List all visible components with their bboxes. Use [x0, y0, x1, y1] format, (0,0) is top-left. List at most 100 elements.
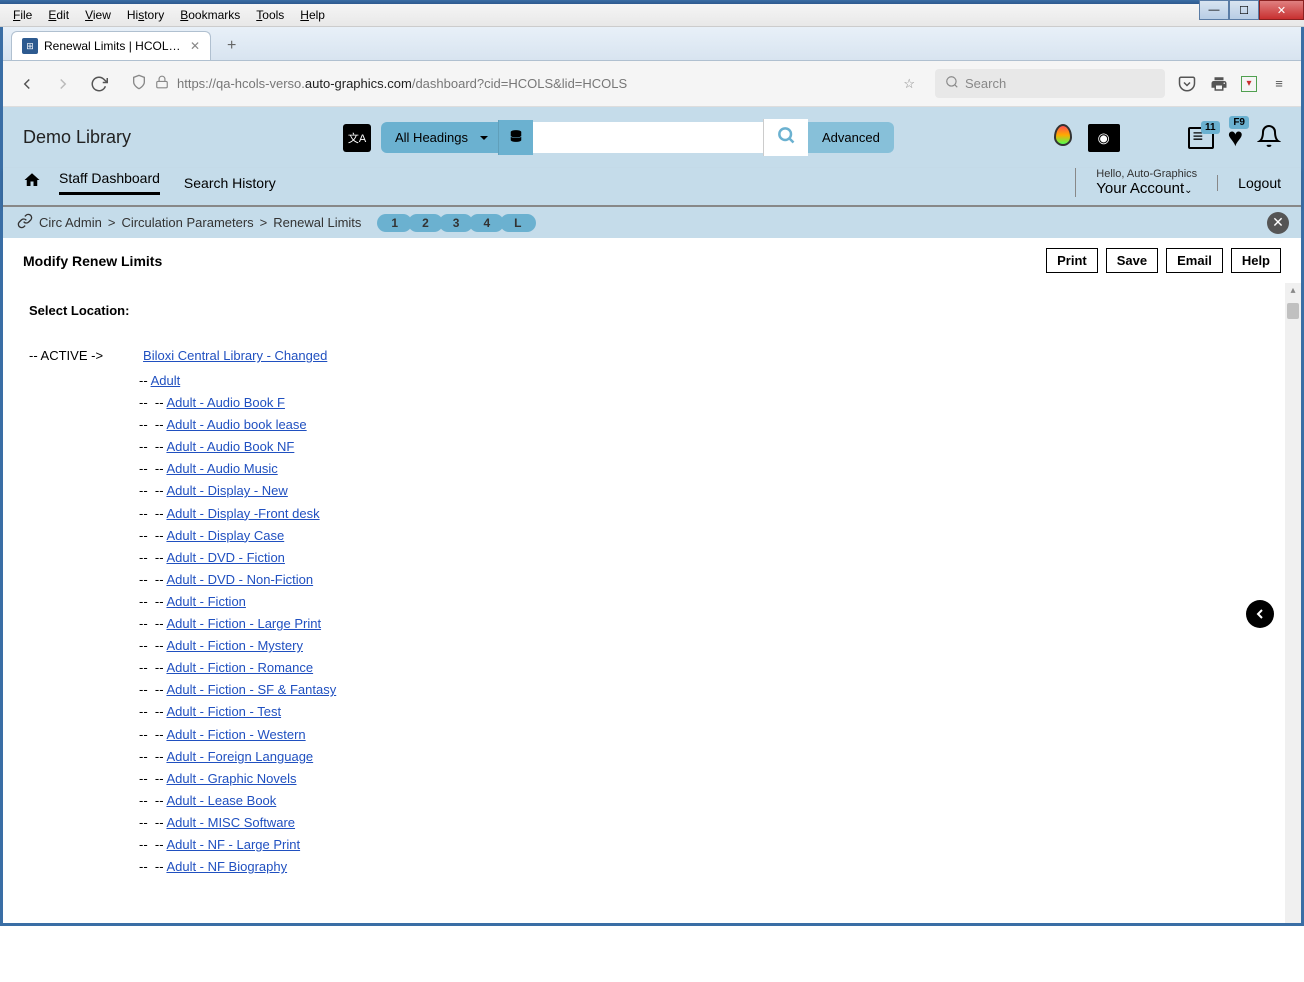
location-link[interactable]: Adult - Fiction - Romance	[166, 660, 313, 675]
location-link[interactable]: Adult - Lease Book	[166, 793, 276, 808]
hamburger-menu-icon[interactable]: ≡	[1269, 74, 1289, 94]
reload-button[interactable]	[87, 72, 111, 96]
search-icon	[945, 75, 959, 92]
window-minimize[interactable]: —	[1199, 0, 1229, 20]
side-panel-toggle[interactable]	[1246, 600, 1274, 628]
browser-tab-bar: ⊞ Renewal Limits | HCOLS | hcols ✕ +	[3, 27, 1301, 61]
location-link-main[interactable]: Biloxi Central Library - Changed	[143, 348, 327, 363]
extension-icon[interactable]: ▾	[1241, 76, 1257, 92]
language-icon[interactable]: 文A	[343, 124, 371, 152]
step-3[interactable]: 3	[439, 214, 474, 232]
breadcrumb: Circ Admin > Circulation Parameters > Re…	[3, 207, 1301, 238]
new-tab-button[interactable]: +	[219, 33, 244, 59]
email-button[interactable]: Email	[1166, 248, 1223, 273]
advanced-search-button[interactable]: Advanced	[808, 122, 894, 153]
location-link[interactable]: Adult - Fiction	[166, 594, 245, 609]
location-link[interactable]: Adult - DVD - Non-Fiction	[166, 572, 313, 587]
account-dropdown[interactable]: Hello, Auto-Graphics Your Account⌄	[1075, 168, 1197, 197]
logout-link[interactable]: Logout	[1217, 175, 1281, 191]
menu-file[interactable]: File	[5, 6, 40, 24]
list-count-badge: 11	[1201, 121, 1220, 134]
catalog-search-button[interactable]	[763, 119, 808, 156]
menu-help[interactable]: Help	[292, 6, 333, 24]
content-header: Modify Renew Limits Print Save Email Hel…	[3, 238, 1301, 283]
inspect-icon[interactable]	[1088, 124, 1120, 152]
window-maximize[interactable]: ☐	[1229, 0, 1259, 20]
location-link[interactable]: Adult - NF Biography	[166, 859, 287, 874]
location-link[interactable]: Adult - Fiction - Large Print	[166, 616, 321, 631]
pocket-icon[interactable]	[1177, 74, 1197, 94]
breadcrumb-item[interactable]: Circ Admin	[39, 215, 102, 230]
step-4[interactable]: 4	[469, 214, 504, 232]
content-body: Select Location: -- ACTIVE -> Biloxi Cen…	[3, 283, 1301, 923]
location-link[interactable]: Adult - Audio Book F	[166, 395, 285, 410]
location-link[interactable]: Adult - Fiction - Mystery	[166, 638, 303, 653]
print-icon[interactable]	[1209, 74, 1229, 94]
my-lists-icon[interactable]: 11	[1188, 127, 1214, 149]
notifications-icon[interactable]	[1257, 124, 1281, 151]
location-link[interactable]: Adult - Display - New	[166, 483, 287, 498]
shield-icon[interactable]	[131, 74, 147, 93]
menu-bookmarks[interactable]: Bookmarks	[172, 6, 248, 24]
location-link[interactable]: Adult - Audio Book NF	[166, 439, 294, 454]
breadcrumb-item[interactable]: Circulation Parameters	[121, 215, 253, 230]
hello-text: Hello, Auto-Graphics	[1096, 168, 1197, 180]
browser-tab[interactable]: ⊞ Renewal Limits | HCOLS | hcols ✕	[11, 31, 211, 60]
lock-icon[interactable]	[155, 75, 169, 92]
favorites-badge: F9	[1229, 116, 1249, 129]
step-1[interactable]: 1	[377, 214, 412, 232]
tab-title: Renewal Limits | HCOLS | hcols	[44, 39, 184, 53]
forward-button[interactable]	[51, 72, 75, 96]
window-close[interactable]: ✕	[1259, 0, 1304, 20]
chevron-down-icon: ⌄	[1184, 185, 1192, 196]
app-header: Demo Library 文A All Headings Advanced 11…	[3, 107, 1301, 168]
address-bar[interactable]: https://qa-hcols-verso.auto-graphics.com…	[177, 76, 895, 91]
step-2[interactable]: 2	[408, 214, 443, 232]
menu-view[interactable]: View	[77, 6, 119, 24]
location-link[interactable]: Adult - Graphic Novels	[166, 771, 296, 786]
scroll-up-icon[interactable]: ▴	[1287, 285, 1299, 297]
headings-dropdown[interactable]: All Headings	[381, 122, 498, 153]
location-link[interactable]: Adult - DVD - Fiction	[166, 550, 284, 565]
back-button[interactable]	[15, 72, 39, 96]
nav-staff-dashboard[interactable]: Staff Dashboard	[59, 170, 160, 195]
location-link[interactable]: Adult - Foreign Language	[166, 749, 313, 764]
breadcrumb-item[interactable]: Renewal Limits	[273, 215, 361, 230]
menu-history[interactable]: History	[119, 6, 172, 24]
breadcrumb-close-icon[interactable]: ✕	[1267, 212, 1289, 234]
nav-search-history[interactable]: Search History	[184, 175, 276, 191]
page-title: Modify Renew Limits	[23, 253, 1038, 269]
search-placeholder: Search	[965, 76, 1006, 91]
location-link[interactable]: Adult - Fiction - Test	[166, 704, 281, 719]
nav-row: Staff Dashboard Search History Hello, Au…	[3, 168, 1301, 207]
browser-search-box[interactable]: Search	[935, 69, 1165, 98]
location-link[interactable]: Adult - Fiction - Western	[166, 727, 305, 742]
help-button[interactable]: Help	[1231, 248, 1281, 273]
location-link[interactable]: Adult - Audio Music	[166, 461, 277, 476]
location-link[interactable]: Adult - Audio book lease	[166, 417, 306, 432]
catalog-search-input[interactable]	[533, 122, 763, 153]
scrollbar[interactable]: ▴	[1285, 283, 1301, 923]
location-link[interactable]: Adult - Display Case	[166, 528, 284, 543]
browser-toolbar: https://qa-hcols-verso.auto-graphics.com…	[3, 61, 1301, 107]
location-link[interactable]: Adult - Fiction - SF & Fantasy	[166, 682, 336, 697]
bookmark-star-icon[interactable]: ☆	[903, 76, 915, 92]
location-link[interactable]: Adult - NF - Large Print	[166, 837, 300, 852]
tab-close-icon[interactable]: ✕	[190, 39, 200, 53]
location-link[interactable]: Adult - MISC Software	[166, 815, 295, 830]
favorites-icon[interactable]: ♥ F9	[1228, 122, 1243, 153]
menu-edit[interactable]: Edit	[40, 6, 77, 24]
scroll-thumb[interactable]	[1287, 303, 1299, 319]
database-icon[interactable]	[498, 120, 533, 155]
os-menu-bar: File Edit View History Bookmarks Tools H…	[0, 4, 1304, 27]
step-L[interactable]: L	[500, 214, 535, 232]
save-button[interactable]: Save	[1106, 248, 1158, 273]
print-button[interactable]: Print	[1046, 248, 1098, 273]
location-link[interactable]: Adult	[151, 373, 181, 388]
link-icon	[17, 213, 33, 232]
home-icon[interactable]	[23, 171, 41, 194]
balloon-icon[interactable]	[1054, 124, 1074, 152]
select-location-label: Select Location:	[29, 303, 1275, 318]
location-link[interactable]: Adult - Display -Front desk	[166, 506, 319, 521]
menu-tools[interactable]: Tools	[248, 6, 292, 24]
